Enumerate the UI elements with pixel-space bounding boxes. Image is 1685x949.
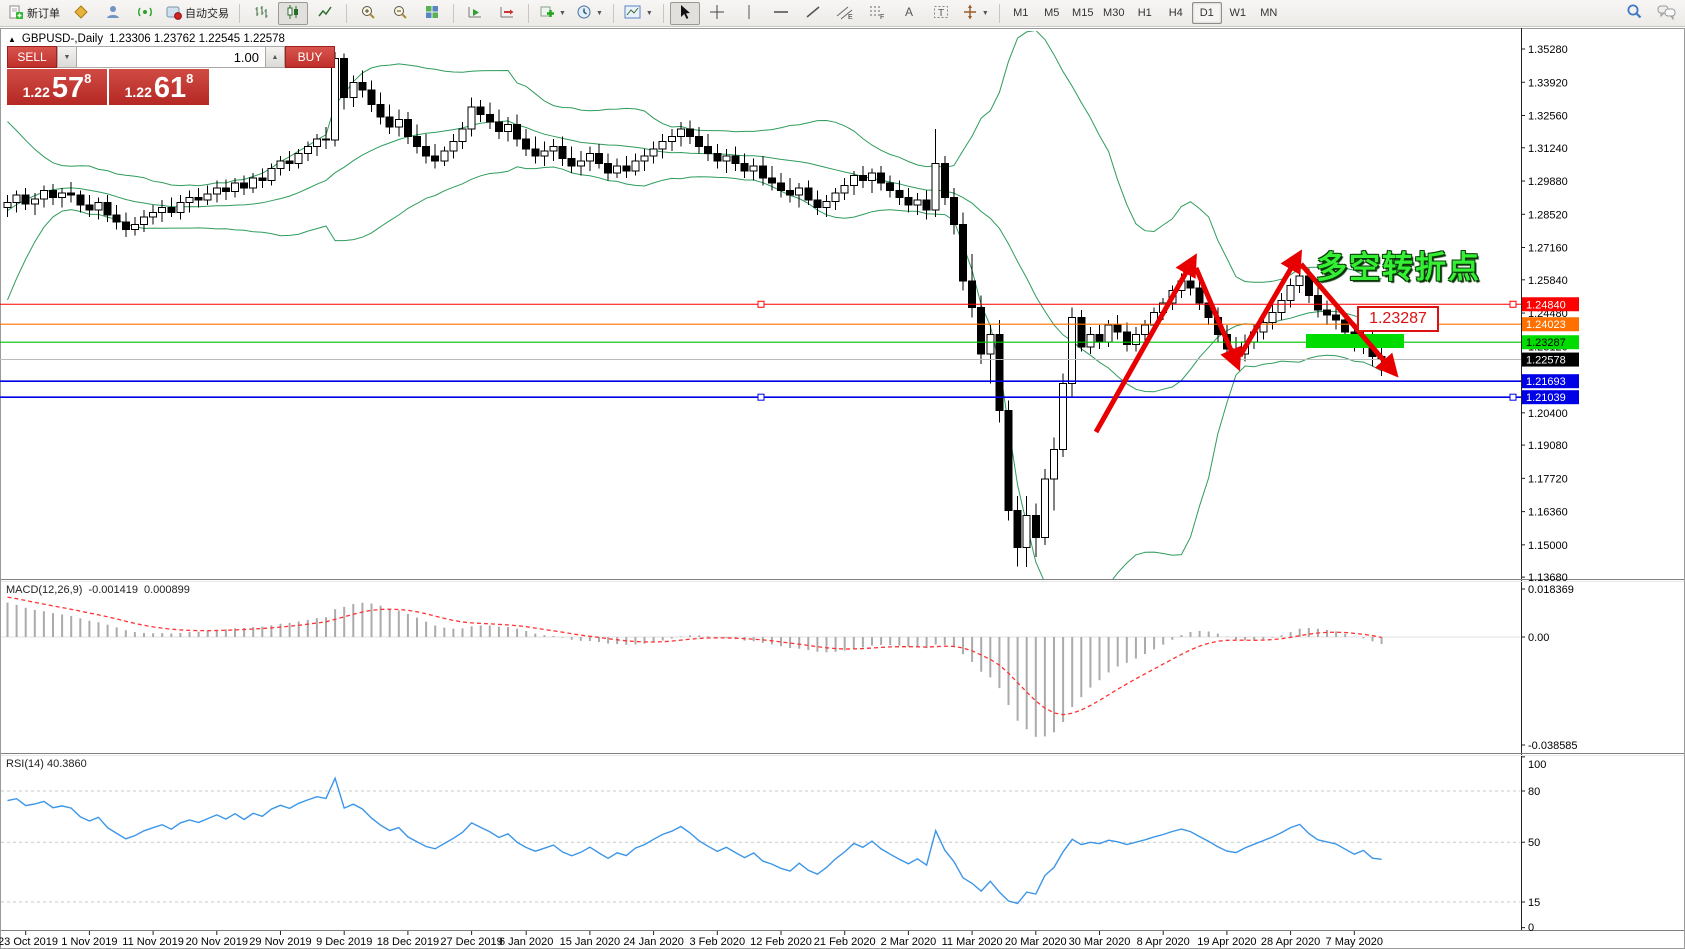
svg-text:19 Apr 2020: 19 Apr 2020 xyxy=(1197,936,1256,948)
svg-text:100: 100 xyxy=(1528,759,1546,771)
svg-text:15 Jan 2020: 15 Jan 2020 xyxy=(560,936,621,948)
svg-text:3 Feb 2020: 3 Feb 2020 xyxy=(689,936,745,948)
macd-label: MACD(12,26,9) -0.001419 0.000899 xyxy=(6,584,190,596)
green-highlight-rectangle[interactable] xyxy=(1306,334,1404,348)
svg-text:29 Nov 2019: 29 Nov 2019 xyxy=(249,936,311,948)
svg-text:1.29880: 1.29880 xyxy=(1528,176,1568,188)
svg-text:28 Apr 2020: 28 Apr 2020 xyxy=(1261,936,1320,948)
svg-text:1.32560: 1.32560 xyxy=(1528,111,1568,123)
macd-signal-value: 0.000899 xyxy=(144,584,190,596)
svg-text:80: 80 xyxy=(1528,786,1540,798)
mt4-window: 新订单 自动交易 ▼ ▼ ▼ E F A T ▼ xyxy=(0,0,1685,949)
chart-header: ▲ GBPUSD-,Daily 1.23306 1.23762 1.22545 … xyxy=(8,33,285,45)
collapse-quote-panel-icon[interactable]: ▲ xyxy=(8,35,16,44)
volume-input[interactable] xyxy=(77,46,265,68)
svg-text:1.21693: 1.21693 xyxy=(1526,376,1566,388)
svg-text:23 Oct 2019: 23 Oct 2019 xyxy=(0,936,58,948)
svg-text:1.21039: 1.21039 xyxy=(1526,392,1566,404)
price-note-box: 1.23287 xyxy=(1357,306,1439,332)
buy-price-prefix: 1.22 xyxy=(125,81,152,103)
svg-text:1.28520: 1.28520 xyxy=(1528,209,1568,221)
svg-text:1.33920: 1.33920 xyxy=(1528,77,1568,89)
svg-text:1.35280: 1.35280 xyxy=(1528,44,1568,56)
svg-text:11 Mar 2020: 11 Mar 2020 xyxy=(942,936,1003,948)
svg-text:20 Nov 2019: 20 Nov 2019 xyxy=(186,936,248,948)
svg-text:6 Jan 2020: 6 Jan 2020 xyxy=(499,936,553,948)
svg-text:1.17720: 1.17720 xyxy=(1528,473,1568,485)
rsi-label: RSI(14) 40.3860 xyxy=(6,758,87,770)
sell-price-box[interactable]: 1.22 57 8 xyxy=(7,69,107,105)
svg-text:1.15000: 1.15000 xyxy=(1528,540,1568,552)
rsi-name: RSI(14) 40.3860 xyxy=(6,758,87,770)
svg-text:2 Mar 2020: 2 Mar 2020 xyxy=(881,936,937,948)
symbol-ohlc-values: 1.23306 1.23762 1.22545 1.22578 xyxy=(109,33,285,45)
svg-text:18 Dec 2019: 18 Dec 2019 xyxy=(377,936,439,948)
svg-text:24 Jan 2020: 24 Jan 2020 xyxy=(623,936,684,948)
buy-price-box[interactable]: 1.22 61 8 xyxy=(109,69,209,105)
buy-price-sup: 8 xyxy=(186,72,193,85)
chart-canvas[interactable]: 1.35280 1.33920 1.32560 1.31240 1.29880 1.285… xyxy=(0,0,1685,949)
svg-text:7 May 2020: 7 May 2020 xyxy=(1326,936,1383,948)
sell-price-prefix: 1.22 xyxy=(23,81,50,103)
svg-text:0.00: 0.00 xyxy=(1528,632,1549,644)
spinner-up-icon: ▲ xyxy=(272,54,279,61)
svg-text:1.22578: 1.22578 xyxy=(1526,355,1566,367)
svg-text:1.23287: 1.23287 xyxy=(1526,337,1566,349)
svg-text:1.24023: 1.24023 xyxy=(1526,319,1566,331)
svg-text:1.16360: 1.16360 xyxy=(1528,507,1568,519)
svg-text:8 Apr 2020: 8 Apr 2020 xyxy=(1137,936,1190,948)
buy-button[interactable]: BUY xyxy=(285,46,335,68)
svg-text:27 Dec 2019: 27 Dec 2019 xyxy=(440,936,502,948)
macd-value: -0.001419 xyxy=(88,584,138,596)
svg-text:1.19080: 1.19080 xyxy=(1528,440,1568,452)
symbol-name: GBPUSD-,Daily xyxy=(22,33,103,45)
spinner-down-icon: ▼ xyxy=(64,54,71,61)
buy-price-big: 61 xyxy=(154,74,186,103)
svg-text:50: 50 xyxy=(1528,837,1540,849)
sell-button[interactable]: SELL xyxy=(7,46,57,68)
svg-text:30 Mar 2020: 30 Mar 2020 xyxy=(1069,936,1131,948)
svg-text:1 Nov 2019: 1 Nov 2019 xyxy=(61,936,117,948)
svg-text:1.24840: 1.24840 xyxy=(1526,299,1566,311)
svg-text:20 Mar 2020: 20 Mar 2020 xyxy=(1005,936,1067,948)
one-click-trading-panel: SELL ▼ ▲ BUY 1.22 57 8 1.22 61 8 xyxy=(7,46,209,105)
svg-text:9 Dec 2019: 9 Dec 2019 xyxy=(316,936,372,948)
svg-text:21 Feb 2020: 21 Feb 2020 xyxy=(814,936,876,948)
svg-text:1.27160: 1.27160 xyxy=(1528,243,1568,255)
svg-text:0.018369: 0.018369 xyxy=(1528,584,1574,596)
svg-text:1.25840: 1.25840 xyxy=(1528,275,1568,287)
volume-decrease-button[interactable]: ▼ xyxy=(57,46,77,68)
svg-text:11 Nov 2019: 11 Nov 2019 xyxy=(122,936,184,948)
bull-bear-turning-point-annotation: 多空转折点 xyxy=(1316,242,1481,287)
sell-price-sup: 8 xyxy=(84,72,91,85)
svg-text:-0.038585: -0.038585 xyxy=(1528,740,1578,752)
svg-text:0: 0 xyxy=(1528,922,1534,934)
svg-text:1.13680: 1.13680 xyxy=(1528,572,1568,584)
svg-text:1.31240: 1.31240 xyxy=(1528,143,1568,155)
svg-text:15: 15 xyxy=(1528,897,1540,909)
svg-text:1.20400: 1.20400 xyxy=(1528,408,1568,420)
svg-text:12 Feb 2020: 12 Feb 2020 xyxy=(750,936,812,948)
sell-price-big: 57 xyxy=(52,74,84,103)
macd-name: MACD(12,26,9) xyxy=(6,584,82,596)
volume-increase-button[interactable]: ▲ xyxy=(265,46,285,68)
